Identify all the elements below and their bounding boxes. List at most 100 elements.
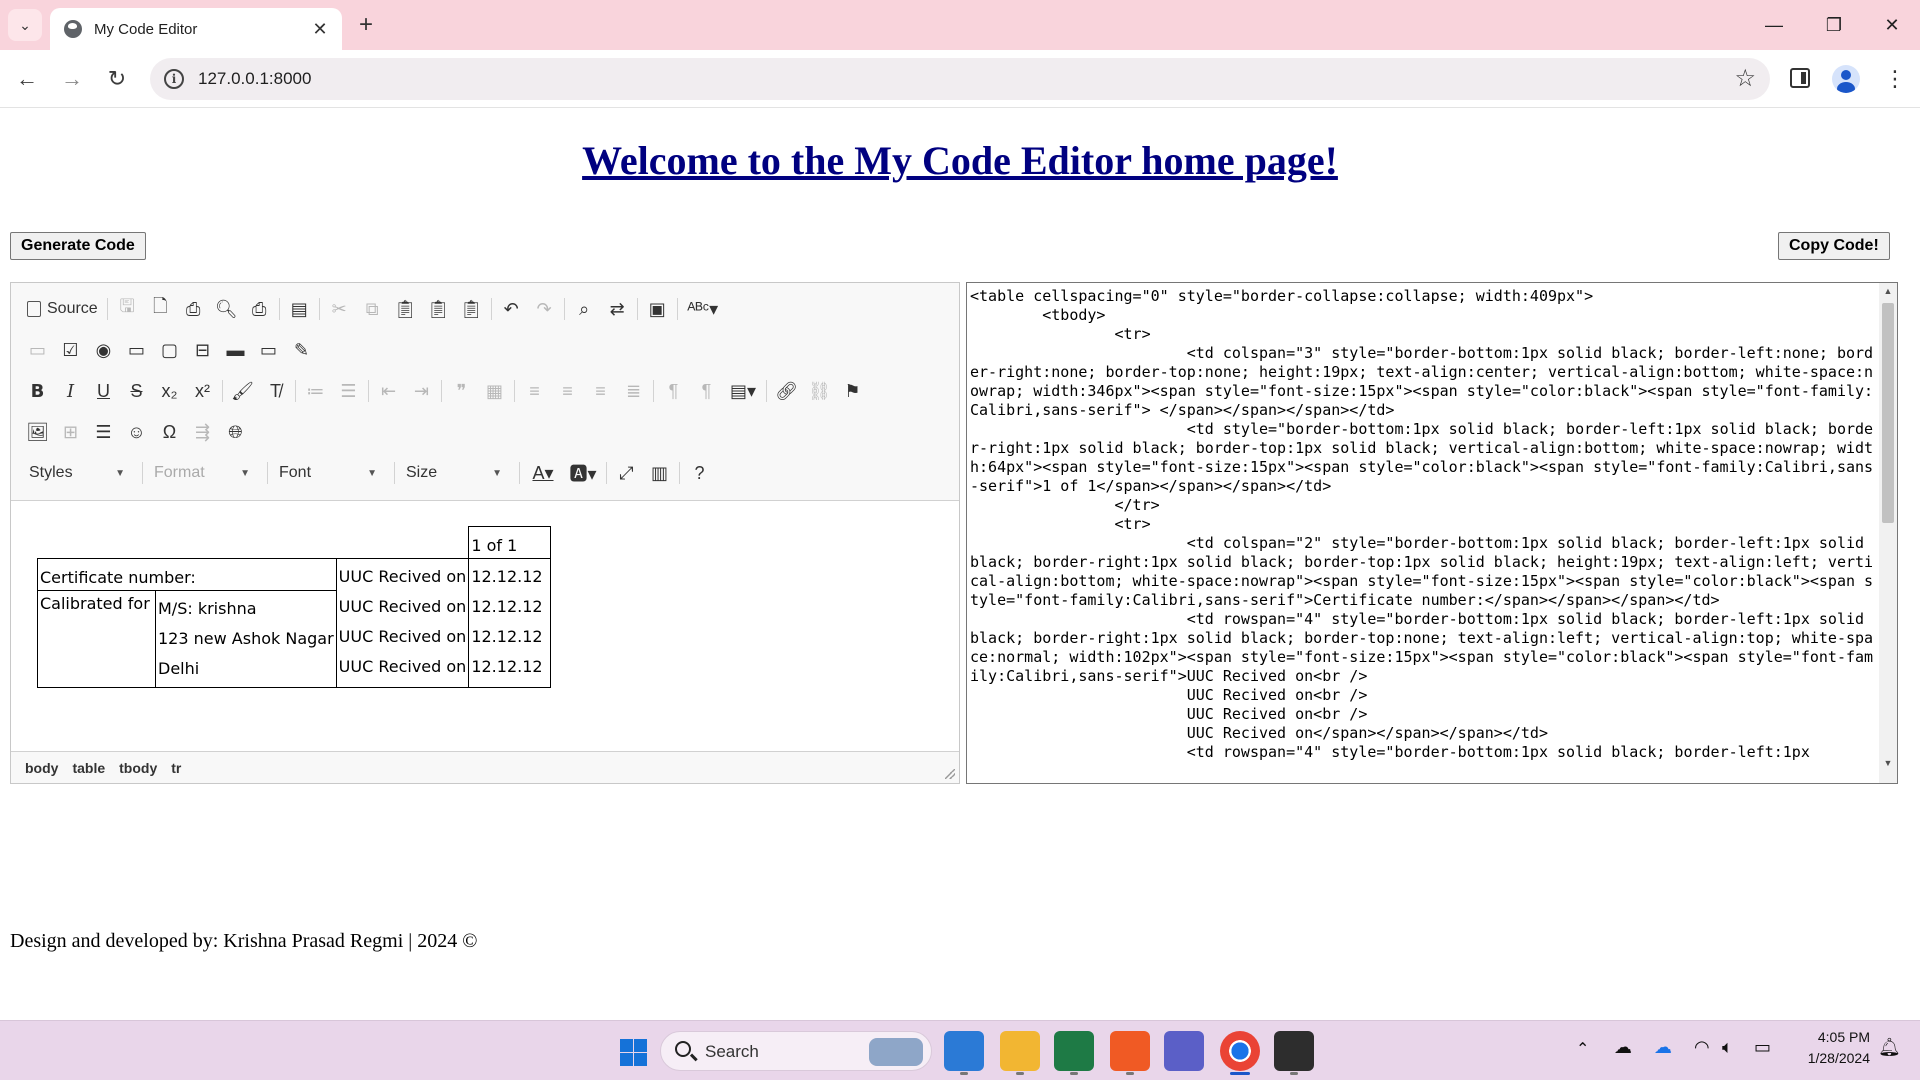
breadcrumb-tbody[interactable]: tbody	[119, 760, 157, 776]
bold-icon[interactable]: B	[21, 376, 54, 406]
blockquote-icon[interactable]: ❞	[445, 376, 478, 406]
restore-icon[interactable]: ❐	[1812, 10, 1856, 40]
anchor-flag-icon[interactable]: ⚑	[836, 376, 869, 406]
horizontal-line-icon[interactable]: ☰	[87, 417, 120, 447]
copy-code-button[interactable]: Copy Code!	[1778, 232, 1890, 260]
url-text[interactable]: 127.0.0.1:8000	[198, 69, 311, 89]
superscript-icon[interactable]: x²	[186, 376, 219, 406]
align-center-icon[interactable]: ≡	[551, 376, 584, 406]
checkbox-icon[interactable]: ☑	[54, 335, 87, 365]
certificate-number-cell[interactable]: Certificate number:	[37, 558, 337, 591]
address-bar[interactable]: i 127.0.0.1:8000 ☆	[150, 58, 1770, 100]
terminal-icon[interactable]	[1274, 1031, 1314, 1071]
paste-text-icon[interactable]: 📋︎	[422, 294, 455, 324]
code-scrollbar[interactable]: ▲ ▼	[1879, 283, 1897, 783]
undo-icon[interactable]: ↶	[495, 294, 528, 324]
maximize-icon[interactable]: ⤢	[610, 458, 643, 488]
generate-code-button[interactable]: Generate Code	[10, 232, 146, 260]
indent-icon[interactable]: ⇥	[405, 376, 438, 406]
spellcheck-icon[interactable]: ᴬᴮᶜ▾	[681, 294, 725, 324]
tray-chevron-icon[interactable]: ⌃	[1576, 1039, 1589, 1059]
justify-icon[interactable]: ≣	[617, 376, 650, 406]
paste-word-icon[interactable]: 📋︎	[455, 294, 488, 324]
vpn-icon[interactable]: ☁	[1614, 1037, 1632, 1058]
page-count-cell[interactable]: 1 of 1	[468, 526, 552, 559]
radio-icon[interactable]: ◉	[87, 335, 120, 365]
special-char-icon[interactable]: Ω	[153, 417, 186, 447]
bookmark-star-icon[interactable]: ☆	[1734, 64, 1756, 93]
text-rtl-icon[interactable]: ¶	[690, 376, 723, 406]
unlink-icon[interactable]: ⛓	[803, 376, 836, 406]
help-icon[interactable]: ?	[683, 458, 716, 488]
link-icon[interactable]: 🔗︎	[770, 376, 803, 406]
clock-time[interactable]: 4:05 PM	[1790, 1029, 1870, 1045]
onedrive-icon[interactable]: ☁	[1654, 1037, 1672, 1058]
taskbar-search[interactable]: Search	[660, 1031, 932, 1071]
button-field-icon[interactable]: ▬	[219, 335, 252, 365]
breadcrumb-body[interactable]: body	[25, 760, 58, 776]
bulleted-list-icon[interactable]: ☰	[332, 376, 365, 406]
profile-avatar[interactable]	[1832, 65, 1860, 93]
teams-icon[interactable]	[1164, 1031, 1204, 1071]
scroll-up-icon[interactable]: ▲	[1879, 283, 1897, 299]
image-button-icon[interactable]: ▭	[252, 335, 285, 365]
chrome-icon[interactable]	[1220, 1031, 1260, 1071]
show-blocks-icon[interactable]: ▥	[643, 458, 676, 488]
source-button[interactable]: Source	[21, 294, 104, 324]
editor-content-area[interactable]: 1 of 1 Certificate number: UUC Recived o…	[11, 501, 959, 751]
preview-icon[interactable]: 🔍︎	[210, 294, 243, 324]
replace-icon[interactable]: ⇄	[601, 294, 634, 324]
save-icon[interactable]: 🖫	[111, 294, 144, 324]
battery-icon[interactable]: ▭	[1754, 1037, 1771, 1058]
textfield-icon[interactable]: ▭	[120, 335, 153, 365]
excel-icon[interactable]	[1054, 1031, 1094, 1071]
wifi-icon[interactable]: ◠	[1694, 1037, 1710, 1058]
client-cell[interactable]: M/S: krishna 123 new Ashok Nagar Delhi	[155, 590, 337, 688]
div-container-icon[interactable]: ▦	[478, 376, 511, 406]
table-cell-blank[interactable]	[37, 526, 469, 559]
redo-icon[interactable]: ↷	[528, 294, 561, 324]
image-icon[interactable]: 🖼︎	[21, 417, 54, 447]
site-info-icon[interactable]: i	[164, 69, 184, 89]
remove-format-icon[interactable]: T̸	[259, 376, 292, 406]
vscode-icon[interactable]	[944, 1031, 984, 1071]
scroll-thumb[interactable]	[1882, 303, 1894, 523]
reload-icon[interactable]: ↻	[102, 64, 132, 94]
uuc-label-cell[interactable]: UUC Recived on UUC Recived on UUC Recive…	[335, 558, 470, 688]
code-output-text[interactable]: <table cellspacing="0" style="border-col…	[970, 287, 1878, 762]
templates-icon[interactable]: ▤	[283, 294, 316, 324]
iframe-icon[interactable]: 🌐︎	[219, 417, 252, 447]
text-color-icon[interactable]: A▾	[523, 458, 563, 488]
new-tab-button[interactable]: +	[352, 12, 380, 40]
file-explorer-icon[interactable]	[1000, 1031, 1040, 1071]
window-close-icon[interactable]: ✕	[1870, 10, 1914, 40]
size-dropdown[interactable]: Size ▼	[398, 460, 508, 486]
breadcrumb-tr[interactable]: tr	[171, 760, 181, 776]
table-icon[interactable]: ⊞	[54, 417, 87, 447]
code-output-textarea[interactable]: <table cellspacing="0" style="border-col…	[966, 282, 1898, 784]
hidden-field-icon[interactable]: ✎	[285, 335, 318, 365]
underline-icon[interactable]: U	[87, 376, 120, 406]
paste-icon[interactable]: 📋︎	[389, 294, 422, 324]
more-menu-icon[interactable]: ⋮	[1884, 64, 1906, 94]
back-arrow-icon[interactable]: ←	[12, 64, 42, 94]
styles-dropdown[interactable]: Styles ▼	[21, 460, 131, 486]
volume-icon[interactable]: 🔈︎	[1722, 1037, 1733, 1058]
textarea-icon[interactable]: ▢	[153, 335, 186, 365]
copy-icon[interactable]: ⧉	[356, 294, 389, 324]
font-dropdown[interactable]: Font ▼	[271, 460, 383, 486]
italic-icon[interactable]: I	[54, 376, 87, 406]
outdent-icon[interactable]: ⇤	[372, 376, 405, 406]
notification-bell-icon[interactable]: 🔔︎	[1878, 1037, 1901, 1058]
page-break-icon[interactable]: ⇶	[186, 417, 219, 447]
clock-date[interactable]: 1/28/2024	[1780, 1050, 1870, 1066]
scroll-down-icon[interactable]: ▼	[1879, 755, 1897, 771]
smiley-icon[interactable]: ☺	[120, 417, 153, 447]
find-icon[interactable]: ⌕	[568, 294, 601, 324]
tab-search-chevron-icon[interactable]: ⌄	[8, 9, 42, 41]
copy-format-icon[interactable]: 🖌︎	[226, 376, 259, 406]
cut-icon[interactable]: ✂	[323, 294, 356, 324]
align-right-icon[interactable]: ≡	[584, 376, 617, 406]
select-field-icon[interactable]: ⊟	[186, 335, 219, 365]
format-dropdown[interactable]: Format ▼	[146, 460, 256, 486]
